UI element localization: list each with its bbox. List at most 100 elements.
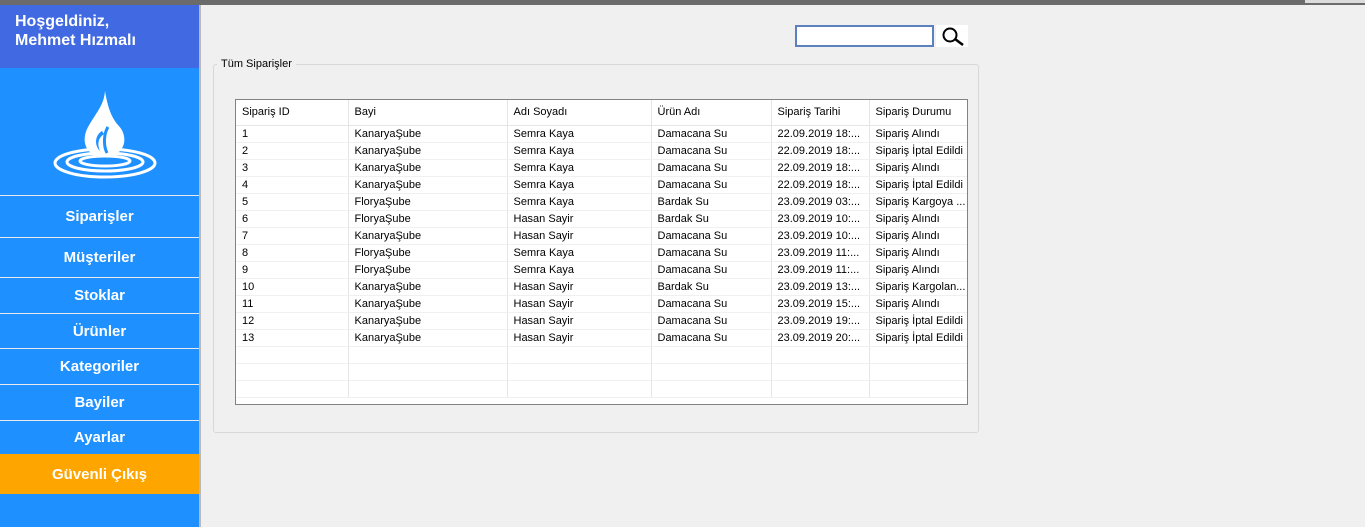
cell-bayi[interactable]: KanaryaŞube xyxy=(348,142,508,160)
cell-urun-adi[interactable]: Damacana Su xyxy=(651,329,772,347)
cell-adi-soyadi[interactable]: Semra Kaya xyxy=(507,176,652,194)
column-header-adi-soyadi[interactable]: Adı Soyadı xyxy=(507,100,652,126)
cell-adi-soyadi[interactable]: Hasan Sayir xyxy=(507,278,652,296)
cell-siparis-id[interactable]: 12 xyxy=(236,312,349,330)
sidebar-item-ayarlar[interactable]: Ayarlar xyxy=(0,420,199,454)
cell-siparis-durumu[interactable]: Sipariş İptal Edildi xyxy=(869,142,967,160)
cell-adi-soyadi[interactable]: Semra Kaya xyxy=(507,159,652,177)
cell-bayi[interactable]: FloryaŞube xyxy=(348,261,508,279)
cell-siparis-tarihi[interactable]: 22.09.2019 18:... xyxy=(771,159,870,177)
cell-siparis-id[interactable]: 9 xyxy=(236,261,349,279)
table-row[interactable]: 10 KanaryaŞube Hasan Sayir Bardak Su 23.09.2… xyxy=(236,278,967,296)
search-input[interactable] xyxy=(795,25,934,47)
cell-siparis-durumu[interactable]: Sipariş İptal Edildi xyxy=(869,176,967,194)
cell-siparis-tarihi[interactable]: 23.09.2019 15:... xyxy=(771,295,870,313)
cell-siparis-durumu[interactable]: Sipariş Alındı xyxy=(869,159,967,177)
cell-siparis-durumu[interactable]: Sipariş Alındı xyxy=(869,261,967,279)
cell-siparis-tarihi[interactable]: 23.09.2019 10:... xyxy=(771,227,870,245)
cell-siparis-id[interactable]: 1 xyxy=(236,125,349,143)
cell-siparis-tarihi[interactable]: 22.09.2019 18:... xyxy=(771,176,870,194)
cell-siparis-tarihi[interactable]: 23.09.2019 03:... xyxy=(771,193,870,211)
cell-siparis-durumu[interactable]: Sipariş Alındı xyxy=(869,210,967,228)
table-row[interactable]: 3 KanaryaŞube Semra Kaya Damacana Su 22.09.2… xyxy=(236,159,967,177)
sidebar-item-bayiler[interactable]: Bayiler xyxy=(0,384,199,420)
cell-bayi[interactable]: KanaryaŞube xyxy=(348,125,508,143)
table-row[interactable]: 12 KanaryaŞube Hasan Sayir Damacana Su 23.09… xyxy=(236,312,967,330)
table-row[interactable]: 2 KanaryaŞube Semra Kaya Damacana Su 22.09.2… xyxy=(236,142,967,160)
cell-urun-adi[interactable]: Damacana Su xyxy=(651,176,772,194)
cell-siparis-durumu[interactable]: Sipariş Alındı xyxy=(869,227,967,245)
cell-siparis-tarihi[interactable]: 23.09.2019 11:... xyxy=(771,244,870,262)
column-header-bayi[interactable]: Bayi xyxy=(348,100,508,126)
table-row[interactable]: 5 FloryaŞube Semra Kaya Bardak Su 23.09.2019… xyxy=(236,193,967,211)
cell-siparis-durumu[interactable]: Sipariş İptal Edildi xyxy=(869,329,967,347)
cell-urun-adi[interactable]: Bardak Su xyxy=(651,210,772,228)
cell-adi-soyadi[interactable]: Hasan Sayir xyxy=(507,210,652,228)
cell-adi-soyadi[interactable]: Semra Kaya xyxy=(507,142,652,160)
cell-siparis-id[interactable]: 6 xyxy=(236,210,349,228)
cell-bayi[interactable]: KanaryaŞube xyxy=(348,227,508,245)
cell-siparis-durumu[interactable]: Sipariş Alındı xyxy=(869,125,967,143)
table-row[interactable]: 4 KanaryaŞube Semra Kaya Damacana Su 22.09.2… xyxy=(236,176,967,194)
cell-siparis-tarihi[interactable]: 23.09.2019 11:... xyxy=(771,261,870,279)
cell-urun-adi[interactable]: Damacana Su xyxy=(651,244,772,262)
cell-siparis-id[interactable]: 3 xyxy=(236,159,349,177)
cell-siparis-id[interactable]: 8 xyxy=(236,244,349,262)
table-row[interactable]: 6 FloryaŞube Hasan Sayir Bardak Su 23.09.201… xyxy=(236,210,967,228)
cell-bayi[interactable]: FloryaŞube xyxy=(348,193,508,211)
cell-siparis-id[interactable]: 11 xyxy=(236,295,349,313)
cell-adi-soyadi[interactable]: Semra Kaya xyxy=(507,193,652,211)
cell-bayi[interactable]: KanaryaŞube xyxy=(348,329,508,347)
sidebar-item-urunler[interactable]: Ürünler xyxy=(0,313,199,348)
cell-bayi[interactable]: KanaryaŞube xyxy=(348,176,508,194)
cell-urun-adi[interactable]: Bardak Su xyxy=(651,278,772,296)
table-row[interactable]: 11 KanaryaŞube Hasan Sayir Damacana Su 23.09… xyxy=(236,295,967,313)
search-button[interactable] xyxy=(936,25,968,47)
cell-bayi[interactable]: KanaryaŞube xyxy=(348,312,508,330)
logout-button[interactable]: Güvenli Çıkış xyxy=(0,454,199,494)
cell-siparis-tarihi[interactable]: 23.09.2019 10:... xyxy=(771,210,870,228)
column-header-siparis-id[interactable]: Sipariş ID xyxy=(236,100,349,126)
cell-siparis-durumu[interactable]: Sipariş Kargoya ... xyxy=(869,193,967,211)
cell-siparis-id[interactable]: 13 xyxy=(236,329,349,347)
cell-adi-soyadi[interactable]: Hasan Sayir xyxy=(507,329,652,347)
cell-bayi[interactable]: KanaryaŞube xyxy=(348,159,508,177)
cell-siparis-durumu[interactable]: Sipariş Alındı xyxy=(869,244,967,262)
column-header-urun-adi[interactable]: Ürün Adı xyxy=(651,100,772,126)
cell-siparis-tarihi[interactable]: 22.09.2019 18:... xyxy=(771,125,870,143)
cell-urun-adi[interactable]: Damacana Su xyxy=(651,312,772,330)
table-row[interactable]: 9 FloryaŞube Semra Kaya Damacana Su 23.09.20… xyxy=(236,261,967,279)
cell-siparis-durumu[interactable]: Sipariş Kargolan... xyxy=(869,278,967,296)
cell-siparis-tarihi[interactable]: 23.09.2019 13:... xyxy=(771,278,870,296)
cell-siparis-id[interactable]: 2 xyxy=(236,142,349,160)
cell-bayi[interactable]: FloryaŞube xyxy=(348,244,508,262)
cell-siparis-id[interactable]: 5 xyxy=(236,193,349,211)
cell-bayi[interactable]: KanaryaŞube xyxy=(348,295,508,313)
orders-table[interactable]: Sipariş ID Bayi Adı Soyadı Ürün Adı Sipa… xyxy=(235,99,968,405)
cell-siparis-id[interactable]: 4 xyxy=(236,176,349,194)
column-header-siparis-tarihi[interactable]: Sipariş Tarihi xyxy=(771,100,870,126)
cell-adi-soyadi[interactable]: Semra Kaya xyxy=(507,244,652,262)
table-row[interactable]: 13 KanaryaŞube Hasan Sayir Damacana Su 23.09… xyxy=(236,329,967,347)
column-header-siparis-durumu[interactable]: Sipariş Durumu xyxy=(869,100,967,126)
cell-urun-adi[interactable]: Damacana Su xyxy=(651,125,772,143)
cell-siparis-durumu[interactable]: Sipariş İptal Edildi xyxy=(869,312,967,330)
sidebar-item-stoklar[interactable]: Stoklar xyxy=(0,277,199,313)
cell-siparis-durumu[interactable]: Sipariş Alındı xyxy=(869,295,967,313)
cell-urun-adi[interactable]: Damacana Su xyxy=(651,295,772,313)
cell-adi-soyadi[interactable]: Semra Kaya xyxy=(507,261,652,279)
cell-adi-soyadi[interactable]: Semra Kaya xyxy=(507,125,652,143)
cell-adi-soyadi[interactable]: Hasan Sayir xyxy=(507,312,652,330)
cell-urun-adi[interactable]: Damacana Su xyxy=(651,227,772,245)
cell-siparis-id[interactable]: 10 xyxy=(236,278,349,296)
cell-urun-adi[interactable]: Damacana Su xyxy=(651,159,772,177)
cell-siparis-tarihi[interactable]: 22.09.2019 18:... xyxy=(771,142,870,160)
table-row[interactable]: 1 KanaryaŞube Semra Kaya Damacana Su 22.09.2… xyxy=(236,125,967,143)
cell-urun-adi[interactable]: Bardak Su xyxy=(651,193,772,211)
table-row[interactable]: 7 KanaryaŞube Hasan Sayir Damacana Su 23.09.… xyxy=(236,227,967,245)
sidebar-item-siparisler[interactable]: Siparişler xyxy=(0,195,199,237)
sidebar-item-kategoriler[interactable]: Kategoriler xyxy=(0,348,199,384)
cell-bayi[interactable]: KanaryaŞube xyxy=(348,278,508,296)
cell-adi-soyadi[interactable]: Hasan Sayir xyxy=(507,227,652,245)
cell-adi-soyadi[interactable]: Hasan Sayir xyxy=(507,295,652,313)
